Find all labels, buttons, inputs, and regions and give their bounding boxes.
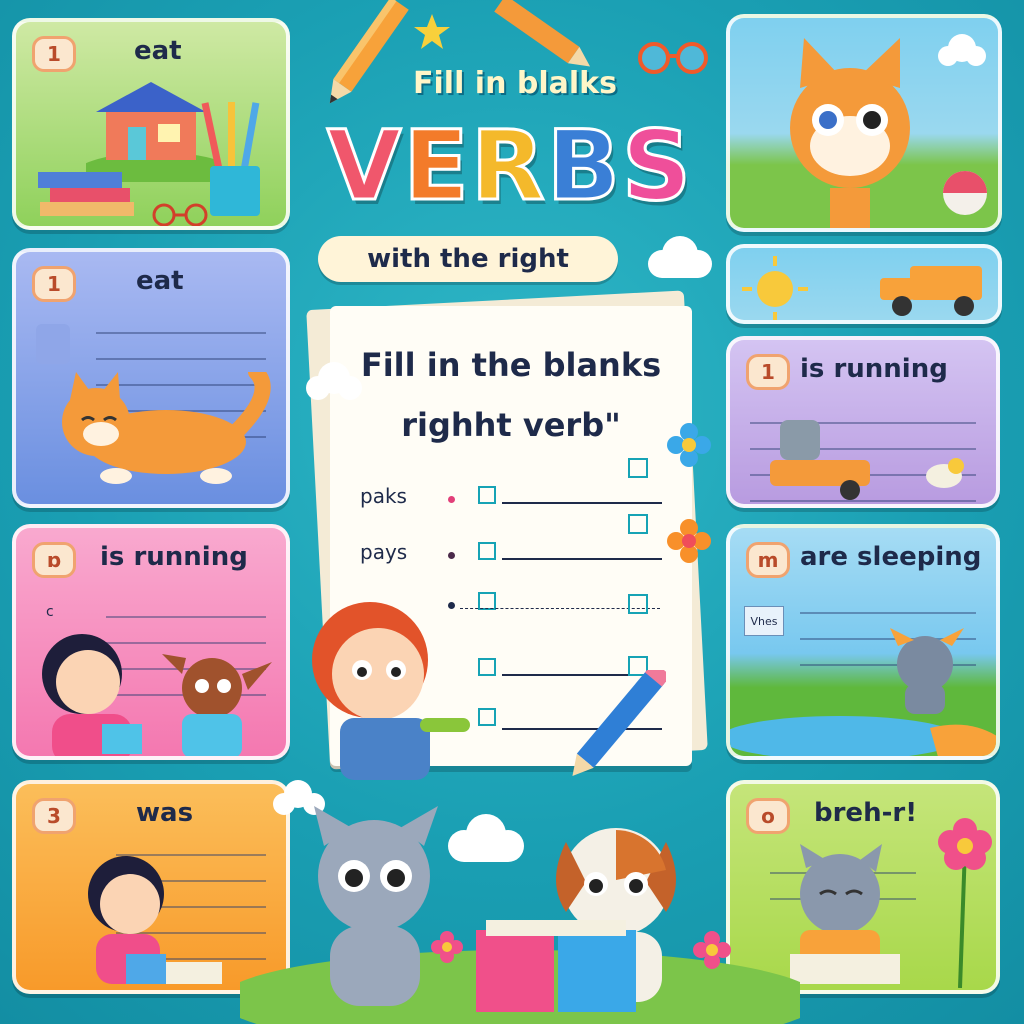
- dog-icon: [162, 654, 272, 756]
- answer-blank[interactable]: [502, 502, 662, 504]
- row-dot: [448, 496, 455, 503]
- girl-reading-icon: [88, 856, 222, 984]
- worksheet-row: pays: [360, 514, 670, 570]
- cat-icon: [314, 806, 438, 1006]
- cloud-icon: [648, 236, 712, 278]
- worksheet-row: paks: [360, 458, 670, 514]
- dog-icon: [890, 628, 964, 714]
- answer-checkbox[interactable]: [478, 658, 496, 676]
- tag-label: Vhes: [744, 606, 784, 636]
- truck-icon: [880, 266, 982, 316]
- row-label: paks: [360, 484, 407, 508]
- card-word: are sleeping: [800, 542, 982, 572]
- flower-icon: [693, 931, 731, 969]
- card-badge: 1: [32, 266, 76, 302]
- books-icon: [38, 172, 134, 216]
- card-cat-scene: [726, 14, 1002, 232]
- card-are-sleeping: m are sleeping Vhes: [726, 524, 1000, 760]
- title-letter: R: [469, 109, 547, 224]
- flower-icon: [431, 931, 463, 963]
- answer-checkbox[interactable]: [478, 542, 496, 560]
- header-ribbon: with the right: [318, 236, 618, 282]
- answer-checkbox[interactable]: [628, 514, 648, 534]
- card-badge: 1: [746, 354, 790, 390]
- answer-blank[interactable]: [502, 558, 662, 560]
- book-icon: [476, 920, 636, 1012]
- cat-icon: [62, 372, 271, 484]
- cloud-icon: [448, 814, 524, 862]
- card-badge: o: [746, 798, 790, 834]
- toy-car-icon: [770, 420, 870, 500]
- row-label: pays: [360, 540, 408, 564]
- pencil-icon: [572, 670, 666, 776]
- answer-checkbox[interactable]: [478, 486, 496, 504]
- answer-checkbox[interactable]: [478, 708, 496, 726]
- girl-icon: [42, 634, 142, 756]
- card-word: eat: [134, 36, 182, 66]
- sun-icon: [742, 256, 808, 320]
- cloud-icon: [306, 362, 362, 400]
- card-eat-1: 1 eat: [12, 18, 290, 230]
- cloud-icon: [938, 34, 986, 66]
- title-letter: B: [545, 109, 622, 224]
- pencil-icon: [494, 0, 591, 67]
- flower-icon: [667, 519, 711, 563]
- worksheet-subtitle: righht verb": [401, 406, 621, 444]
- star-icon: [414, 14, 450, 49]
- title-letter: V: [325, 109, 404, 224]
- card-is-running-2: 1 is running: [726, 336, 1000, 508]
- card-badge: ɒ: [32, 542, 76, 578]
- sticker: [36, 324, 70, 364]
- worksheet-title: Fill in the blanks: [360, 346, 662, 384]
- flower-icon: [667, 423, 711, 467]
- row-dot: [448, 552, 455, 559]
- child-pointing-icon: [312, 602, 470, 780]
- ball-icon: [943, 171, 987, 215]
- card-word: is running: [800, 354, 948, 384]
- card-badge: 3: [32, 798, 76, 834]
- card-badge: m: [746, 542, 790, 578]
- cat-icon: [790, 38, 910, 228]
- card-word: breh-r!: [814, 798, 918, 828]
- header-title: VERBS: [300, 109, 720, 224]
- glasses-icon: [152, 203, 208, 226]
- card-word: was: [136, 798, 194, 828]
- bird-icon: [926, 458, 964, 488]
- card-eat-2: 1 eat: [12, 248, 290, 508]
- flower-icon: [938, 818, 992, 988]
- card-badge: 1: [32, 36, 76, 72]
- card-word: eat: [136, 266, 184, 296]
- card-truck-scene: [726, 244, 1002, 324]
- card-word: is running: [100, 542, 248, 572]
- title-letter: S: [620, 109, 694, 224]
- title-letter: E: [402, 109, 471, 224]
- card-is-running: ɒ is running c: [12, 524, 290, 760]
- answer-checkbox[interactable]: [628, 458, 648, 478]
- answer-checkbox[interactable]: [628, 594, 648, 614]
- header-subtitle: Fill in blalks: [413, 66, 617, 101]
